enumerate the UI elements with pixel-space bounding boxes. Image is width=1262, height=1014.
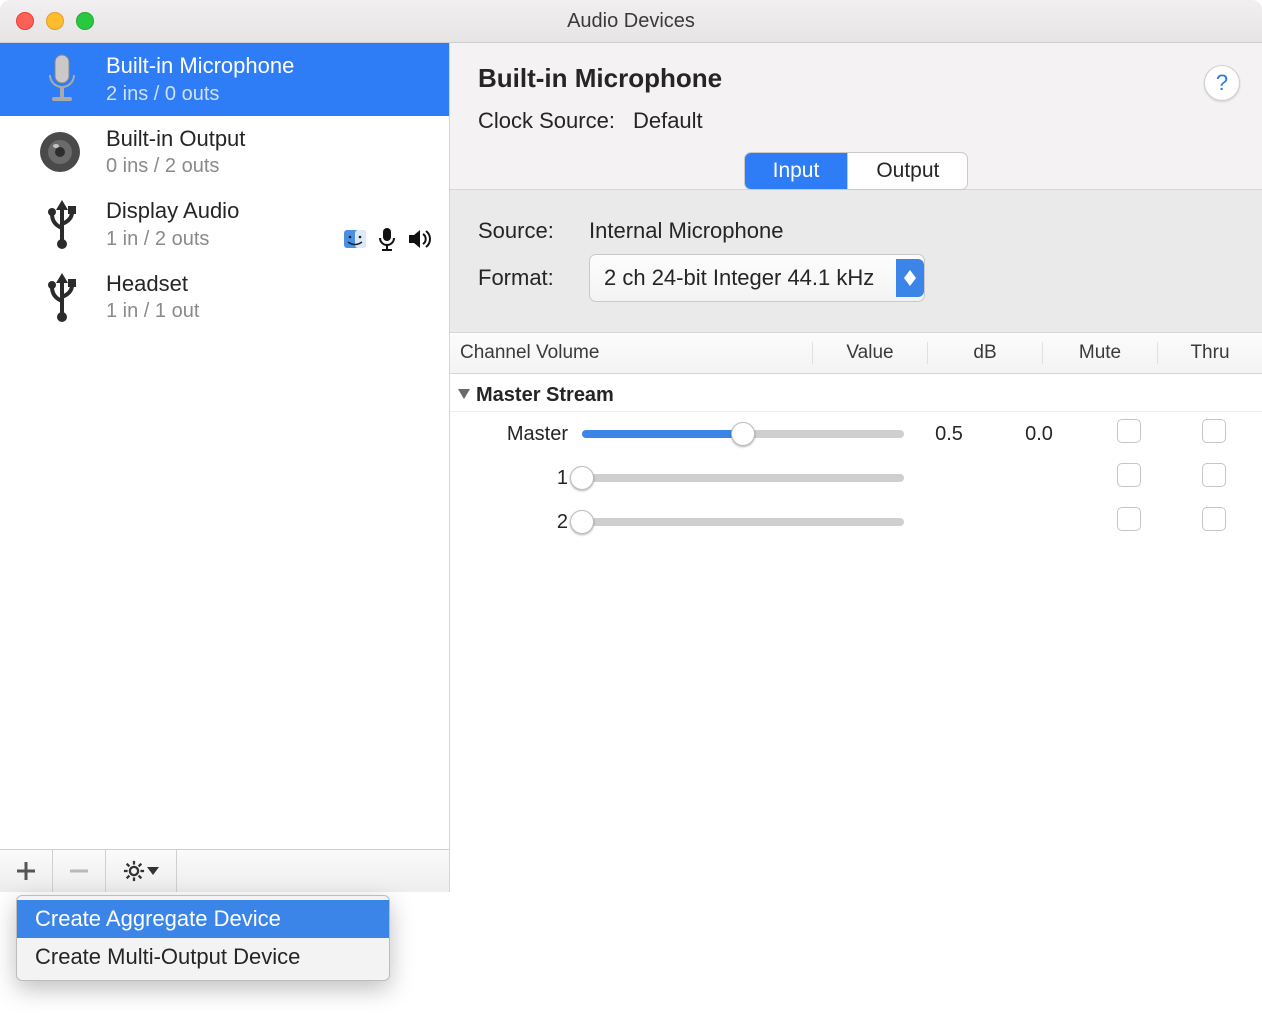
channel-name: 1 — [458, 467, 582, 490]
device-item-builtin-mic[interactable]: Built-in Microphone 2 ins / 0 outs — [0, 43, 449, 116]
microphone-icon — [36, 53, 88, 105]
col-channel: Channel Volume — [450, 342, 812, 364]
thru-checkbox[interactable] — [1202, 507, 1226, 531]
add-device-button[interactable] — [0, 850, 53, 892]
format-select[interactable]: 2 ch 24-bit Integer 44.1 kHz — [589, 254, 925, 302]
sidebar-toolbar — [0, 849, 449, 892]
device-item-builtin-output[interactable]: Built-in Output 0 ins / 2 outs — [0, 116, 449, 189]
channel-table: Channel Volume Value dB Mute Thru Master… — [450, 333, 1262, 892]
window-title: Audio Devices — [0, 10, 1262, 33]
source-value: Internal Microphone — [589, 218, 783, 244]
clock-source-value: Default — [633, 108, 703, 134]
device-indicators — [343, 227, 431, 251]
channel-row-1: 1 — [450, 456, 1262, 500]
minimize-window-button[interactable] — [46, 12, 64, 30]
window-controls — [16, 12, 94, 30]
stream-name: Master Stream — [476, 384, 614, 407]
detail-title: Built-in Microphone — [478, 63, 1234, 94]
mic-icon — [375, 227, 399, 251]
menu-item-multioutput[interactable]: Create Multi-Output Device — [17, 938, 389, 976]
speaker-icon — [36, 126, 88, 178]
device-io: 1 in / 1 out — [106, 299, 199, 324]
thru-checkbox[interactable] — [1202, 463, 1226, 487]
detail-header: Built-in Microphone Clock Source: Defaul… — [450, 43, 1262, 190]
clock-source-label: Clock Source: — [478, 108, 615, 134]
device-io: 1 in / 2 outs — [106, 227, 239, 252]
close-window-button[interactable] — [16, 12, 34, 30]
device-name: Built-in Output — [106, 125, 245, 153]
col-mute: Mute — [1042, 342, 1157, 364]
device-io: 0 ins / 2 outs — [106, 154, 245, 179]
usb-icon — [36, 271, 88, 323]
tab-input[interactable]: Input — [745, 153, 848, 189]
volume-slider[interactable] — [582, 474, 904, 482]
add-device-menu: Create Aggregate Device Create Multi-Out… — [16, 895, 390, 981]
source-label: Source: — [478, 218, 573, 244]
help-button[interactable]: ? — [1204, 65, 1240, 101]
chevron-down-icon — [147, 867, 159, 875]
usb-icon — [36, 198, 88, 250]
col-thru: Thru — [1157, 342, 1262, 364]
thru-checkbox[interactable] — [1202, 419, 1226, 443]
device-list: Built-in Microphone 2 ins / 0 outs Built… — [0, 43, 449, 849]
col-value: Value — [812, 342, 927, 364]
channel-name: Master — [458, 423, 582, 446]
speaker-icon — [407, 227, 431, 251]
device-name: Headset — [106, 270, 199, 298]
remove-device-button[interactable] — [53, 850, 106, 892]
menu-item-aggregate[interactable]: Create Aggregate Device — [17, 900, 389, 938]
stepper-icon — [896, 259, 924, 297]
mute-checkbox[interactable] — [1117, 507, 1141, 531]
io-tabs: Input Output — [744, 152, 969, 190]
channel-row-2: 2 — [450, 500, 1262, 544]
channel-name: 2 — [458, 511, 582, 534]
mute-checkbox[interactable] — [1117, 463, 1141, 487]
titlebar: Audio Devices — [0, 0, 1262, 43]
finder-icon — [343, 227, 367, 251]
device-item-headset[interactable]: Headset 1 in / 1 out — [0, 261, 449, 334]
device-name: Display Audio — [106, 197, 239, 225]
gear-icon — [123, 860, 145, 882]
device-sidebar: Built-in Microphone 2 ins / 0 outs Built… — [0, 43, 450, 892]
detail-subheader: Source: Internal Microphone Format: 2 ch… — [450, 190, 1262, 333]
tab-output[interactable]: Output — [847, 153, 967, 189]
channel-row-master: Master 0.5 0.0 — [450, 412, 1262, 456]
channel-value: 0.5 — [904, 423, 994, 446]
table-header: Channel Volume Value dB Mute Thru — [450, 333, 1262, 374]
stream-group[interactable]: Master Stream — [450, 374, 1262, 412]
device-actions-button[interactable] — [106, 850, 177, 892]
device-detail: Built-in Microphone Clock Source: Defaul… — [450, 43, 1262, 892]
volume-slider[interactable] — [582, 518, 904, 526]
col-db: dB — [927, 342, 1042, 364]
volume-slider[interactable] — [582, 430, 904, 438]
zoom-window-button[interactable] — [76, 12, 94, 30]
format-value: 2 ch 24-bit Integer 44.1 kHz — [604, 265, 874, 291]
channel-db: 0.0 — [994, 423, 1084, 446]
format-label: Format: — [478, 265, 573, 291]
device-io: 2 ins / 0 outs — [106, 82, 294, 107]
disclosure-triangle-icon — [458, 384, 470, 407]
mute-checkbox[interactable] — [1117, 419, 1141, 443]
device-name: Built-in Microphone — [106, 52, 294, 80]
device-item-display-audio[interactable]: Display Audio 1 in / 2 outs — [0, 188, 449, 261]
